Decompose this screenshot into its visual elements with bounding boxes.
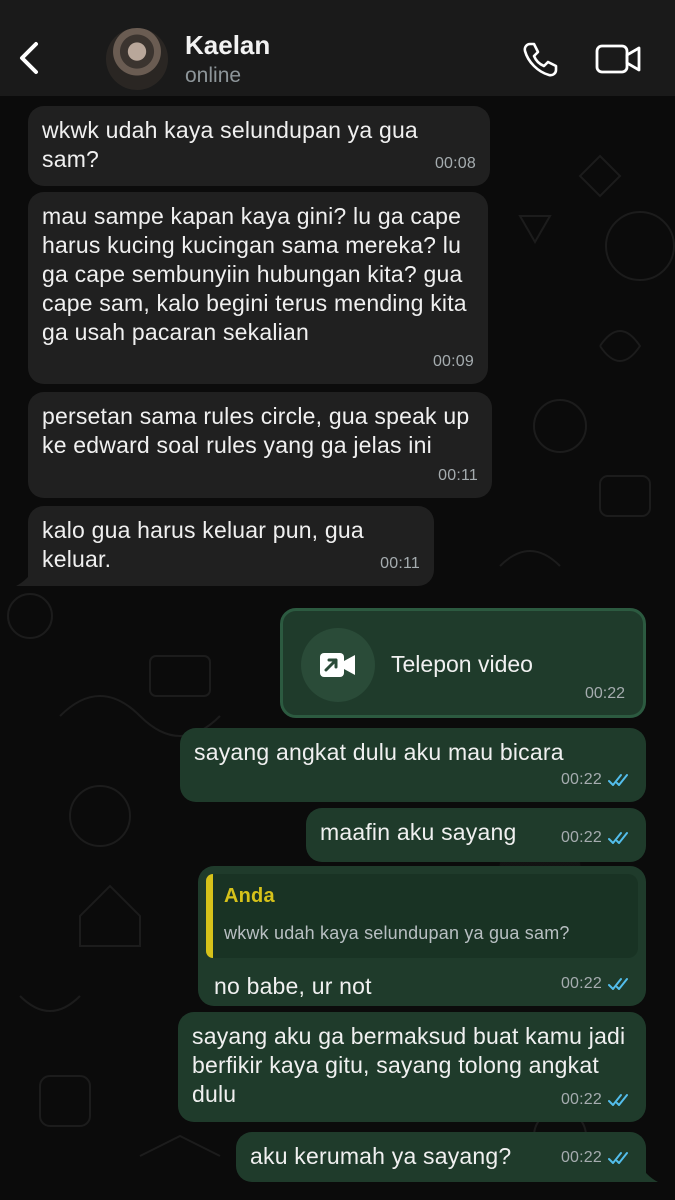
call-icon-circle	[301, 628, 375, 702]
message-time: 00:22	[560, 975, 602, 992]
chevron-left-icon[interactable]	[14, 38, 44, 78]
quote-text: wkwk udah kaya selundupan ya gua sam?	[224, 923, 570, 943]
message-bubble-incoming[interactable]: kalo gua harus keluar pun, gua keluar. 0…	[16, 506, 434, 586]
chat-area[interactable]: wkwk udah kaya selundupan ya gua sam? 00…	[0, 96, 675, 1200]
message-meta: 00:09	[433, 347, 474, 376]
message-text: kalo gua harus keluar pun, gua keluar.	[42, 517, 364, 572]
message-text: persetan sama rules circle, gua speak up…	[42, 403, 470, 458]
message-time: 00:11	[438, 467, 478, 484]
message-bubble-outgoing-reply[interactable]: Anda wkwk udah kaya selundupan ya gua sa…	[198, 866, 646, 1006]
message-bubble-outgoing[interactable]: maafin aku sayang 00:22	[306, 808, 646, 862]
message-bubble-outgoing[interactable]: aku kerumah ya sayang? 00:22	[236, 1132, 658, 1182]
call-label: Telepon video	[391, 651, 533, 677]
message-meta: 00:22	[561, 969, 632, 998]
message-meta: 00:08	[435, 149, 476, 178]
message-time: 00:22	[560, 829, 602, 846]
phone-icon[interactable]	[520, 40, 560, 80]
contact-name[interactable]: Kaelan	[185, 30, 270, 61]
message-bubble-incoming[interactable]: wkwk udah kaya selundupan ya gua sam? 00…	[28, 106, 490, 186]
message-bubble-outgoing[interactable]: sayang angkat dulu aku mau bicara 00:22	[180, 728, 646, 802]
double-check-icon	[608, 773, 628, 786]
message-meta: 00:22	[561, 823, 632, 852]
quote-accent-bar	[206, 874, 213, 958]
double-check-icon	[608, 977, 628, 990]
chat-header: Kaelan online	[0, 0, 675, 96]
double-check-icon	[608, 1151, 628, 1164]
message-meta: 00:22	[561, 1085, 632, 1114]
bubble-tail	[16, 566, 36, 586]
message-meta: 00:22	[561, 765, 632, 794]
message-time: 00:22	[560, 1091, 602, 1108]
message-time: 00:22	[560, 1149, 602, 1166]
message-text: sayang angkat dulu aku mau bicara	[194, 739, 564, 765]
video-camera-icon[interactable]	[595, 43, 641, 75]
message-text: mau sampe kapan kaya gini? lu ga cape ha…	[42, 203, 467, 345]
message-meta: 00:22	[561, 1143, 632, 1172]
message-time: 00:11	[380, 555, 420, 572]
message-time: 00:22	[584, 685, 625, 702]
bubble-tail	[638, 1162, 658, 1182]
double-check-icon	[608, 831, 628, 844]
missed-video-call-icon	[320, 653, 355, 677]
message-text: wkwk udah kaya selundupan ya gua sam?	[42, 117, 418, 172]
message-bubble-outgoing[interactable]: sayang aku ga bermaksud buat kamu jadi b…	[178, 1012, 646, 1122]
contact-status: online	[185, 64, 242, 87]
message-bubble-incoming[interactable]: mau sampe kapan kaya gini? lu ga cape ha…	[28, 192, 488, 384]
double-check-icon	[608, 1093, 628, 1106]
message-meta: 00:11	[380, 549, 420, 578]
message-time: 00:08	[434, 155, 476, 172]
video-call-message[interactable]: Telepon video 00:22	[280, 608, 646, 718]
message-time: 00:09	[432, 353, 474, 370]
quote-author: Anda	[224, 885, 275, 907]
message-bubble-incoming[interactable]: persetan sama rules circle, gua speak up…	[28, 392, 492, 498]
message-meta: 00:11	[438, 461, 478, 490]
message-time: 00:22	[560, 771, 602, 788]
avatar[interactable]	[106, 28, 168, 90]
quoted-message[interactable]: Anda wkwk udah kaya selundupan ya gua sa…	[206, 874, 638, 958]
